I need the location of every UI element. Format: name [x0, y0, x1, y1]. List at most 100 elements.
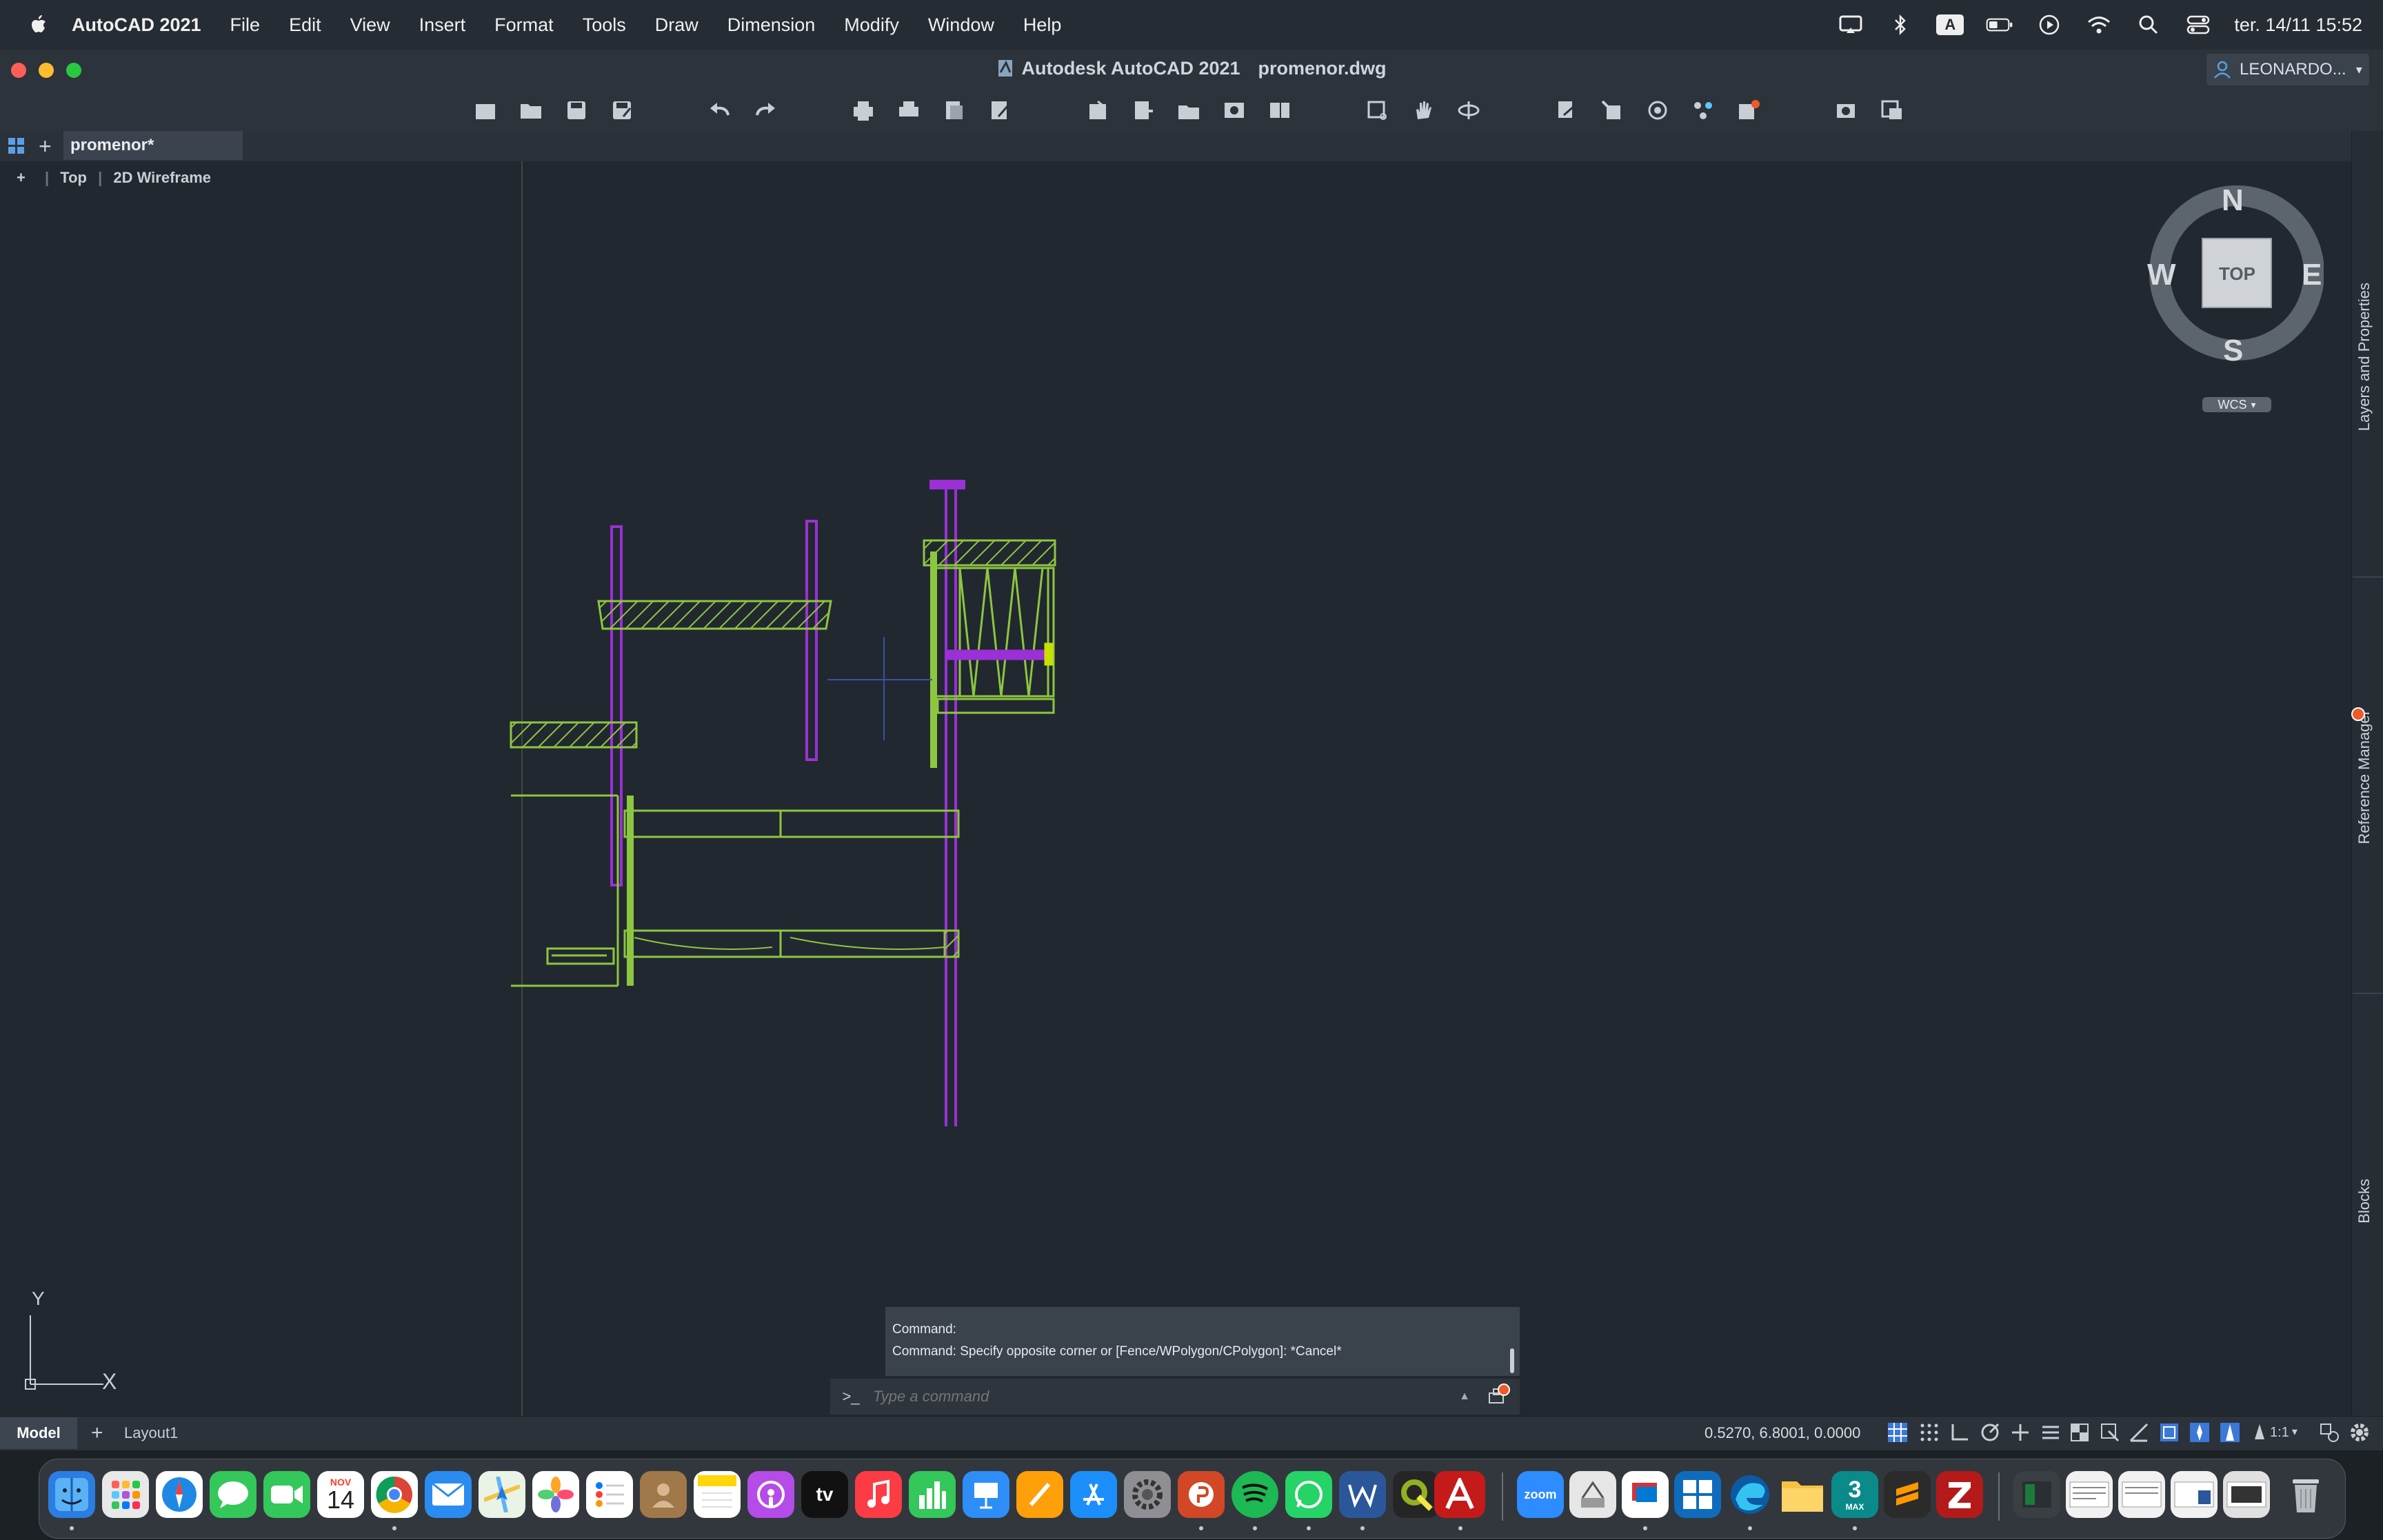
menu-insert[interactable]: Insert [419, 14, 466, 36]
calendar-icon[interactable]: NOV 14 [317, 1471, 364, 1518]
share-view-button[interactable] [1218, 94, 1251, 127]
minimized-window-thumbnail[interactable] [2171, 1471, 2218, 1518]
grid-display-icon[interactable] [1887, 1421, 1909, 1443]
publish-button[interactable] [938, 94, 971, 127]
apple-menu-icon[interactable] [25, 11, 52, 39]
trash-icon[interactable] [2282, 1471, 2329, 1518]
file-tab-promenor[interactable]: promenor* [63, 131, 243, 160]
snap-mode-icon[interactable] [1918, 1421, 1940, 1443]
annotation-visibility-icon[interactable] [2128, 1421, 2150, 1443]
model-tab[interactable]: Model [0, 1417, 77, 1449]
new-tab-plus-icon[interactable]: + [39, 134, 52, 159]
windows-app-icon[interactable] [1674, 1471, 1721, 1518]
command-input[interactable] [872, 1382, 1460, 1411]
pages-icon[interactable] [1016, 1471, 1063, 1518]
auto-scale-icon[interactable] [2219, 1421, 2241, 1443]
annotation-monitor-icon[interactable] [2189, 1421, 2211, 1443]
tool-palettes-button[interactable] [1687, 94, 1720, 127]
qgis-icon[interactable] [1393, 1471, 1440, 1518]
chrome-icon[interactable] [371, 1471, 418, 1518]
user-account-button[interactable]: LEONARDO... ▾ [2206, 54, 2369, 85]
markup-button[interactable] [1732, 94, 1765, 127]
pan-hand-icon[interactable] [1407, 94, 1440, 127]
now-playing-icon[interactable] [2035, 14, 2063, 36]
zoom-window-tool-button[interactable] [1361, 94, 1394, 127]
folder-icon[interactable] [1779, 1471, 1826, 1518]
contacts-icon[interactable] [640, 1471, 687, 1518]
menubar-clock[interactable]: ter. 14/11 15:52 [2234, 14, 2362, 36]
zoom-icon[interactable]: zoom [1517, 1471, 1564, 1518]
spotlight-search-icon[interactable] [2135, 14, 2162, 36]
design-center-button[interactable] [1641, 94, 1674, 127]
palette-tab-reference-manager[interactable]: Reference Manager [2355, 710, 2373, 844]
page-setup-button[interactable] [983, 94, 1016, 127]
preview-icon[interactable] [1569, 1471, 1616, 1518]
ucs-menu-button[interactable]: WCS ▾ [2202, 397, 2271, 412]
compass-south[interactable]: S [2223, 334, 2243, 368]
autocad-icon[interactable] [1434, 1471, 1485, 1518]
compass-east[interactable]: E [2302, 258, 2322, 292]
apple-tv-icon[interactable]: tv [801, 1471, 848, 1518]
undo-button[interactable] [703, 94, 736, 127]
notes-icon[interactable] [694, 1471, 741, 1518]
menu-help[interactable]: Help [1023, 14, 1062, 36]
numbers-icon[interactable] [909, 1471, 956, 1518]
maps-icon[interactable] [479, 1471, 525, 1518]
start-tab-grid-icon[interactable] [7, 136, 26, 159]
menu-modify[interactable]: Modify [844, 14, 899, 36]
menu-edit[interactable]: Edit [289, 14, 321, 36]
safari-icon[interactable] [156, 1471, 203, 1518]
batch-plot-button[interactable] [892, 94, 925, 127]
menu-view[interactable]: View [350, 14, 390, 36]
layout-tab[interactable]: Layout1 [124, 1424, 178, 1442]
quick-properties-button[interactable] [1876, 94, 1909, 127]
new-drawing-button[interactable] [469, 94, 502, 127]
minimized-window-thumbnail[interactable] [2223, 1471, 2270, 1518]
menu-draw[interactable]: Draw [655, 14, 698, 36]
import-button[interactable] [1081, 94, 1114, 127]
input-source-icon[interactable]: A [1936, 14, 1964, 36]
messages-icon[interactable] [210, 1471, 257, 1518]
finder-icon[interactable] [48, 1471, 95, 1518]
keynote-icon[interactable] [963, 1471, 1009, 1518]
reminders-icon[interactable] [586, 1471, 633, 1518]
polar-tracking-icon[interactable] [1979, 1421, 2001, 1443]
command-prompt-icon[interactable]: >_ [830, 1388, 872, 1406]
ortho-mode-icon[interactable] [1949, 1421, 1971, 1443]
export-button[interactable] [1127, 94, 1160, 127]
minimized-window-thumbnail[interactable] [2013, 1471, 2060, 1518]
control-center-icon[interactable] [2184, 14, 2212, 36]
isolate-objects-icon[interactable] [2318, 1421, 2340, 1443]
photos-icon[interactable] [532, 1471, 579, 1518]
menu-file[interactable]: File [230, 14, 261, 36]
cursor-coordinates[interactable]: 0.5270, 6.8001, 0.0000 [1705, 1424, 1860, 1442]
menu-format[interactable]: Format [494, 14, 554, 36]
sheet-set-button[interactable] [1263, 94, 1296, 127]
facetime-icon[interactable] [263, 1471, 310, 1518]
menu-window[interactable]: Window [928, 14, 994, 36]
redo-button[interactable] [749, 94, 782, 127]
launchpad-icon[interactable] [102, 1471, 149, 1518]
app-store-icon[interactable] [1070, 1471, 1117, 1518]
orbit-button[interactable] [1452, 94, 1485, 127]
minimized-window-thumbnail[interactable] [2118, 1471, 2165, 1518]
palette-tab-layers[interactable]: Layers and Properties [2355, 283, 2373, 431]
word-icon[interactable] [1339, 1471, 1386, 1518]
battery-icon[interactable] [1986, 14, 2013, 36]
3ds-max-icon[interactable]: 3 MAX [1831, 1471, 1878, 1518]
palette-tab-blocks[interactable]: Blocks [2355, 1179, 2373, 1224]
command-history-toggle-icon[interactable]: ▲ [1459, 1390, 1470, 1403]
system-preferences-icon[interactable] [1124, 1471, 1171, 1518]
selection-cycling-icon[interactable] [2099, 1421, 2121, 1443]
compass-north[interactable]: N [2222, 183, 2244, 218]
annotation-scale-control[interactable]: 1:1 ▾ [2249, 1421, 2304, 1443]
whatsapp-icon[interactable] [1285, 1471, 1332, 1518]
workspace-icon[interactable] [2158, 1421, 2180, 1443]
transparency-icon[interactable] [2069, 1421, 2091, 1443]
wifi-icon[interactable] [2085, 14, 2113, 36]
menu-app-name[interactable]: AutoCAD 2021 [72, 14, 201, 36]
screen-mirroring-icon[interactable] [1837, 14, 1864, 36]
render-button[interactable] [1830, 94, 1863, 127]
gear-icon[interactable] [2349, 1421, 2371, 1443]
isodraft-icon[interactable] [2009, 1421, 2031, 1443]
